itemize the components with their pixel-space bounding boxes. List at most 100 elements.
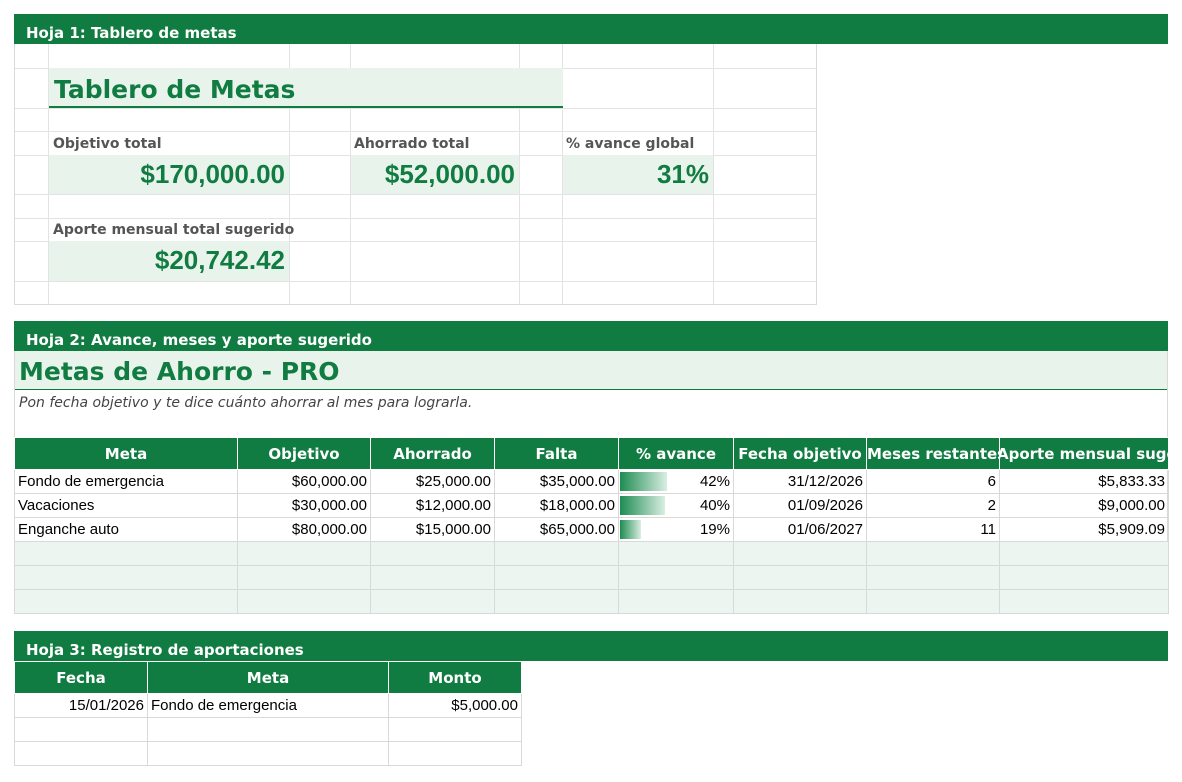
empty-cell[interactable] [999, 565, 1169, 590]
cell-ahorrado[interactable]: $12,000.00 [370, 493, 495, 518]
empty-cell[interactable] [999, 589, 1169, 614]
empty-row[interactable] [14, 741, 522, 766]
sheet2-band-label: Hoja 2: Avance, meses y aporte sugerido [26, 331, 372, 349]
kpi-label-objetivo-total: Objetivo total [53, 136, 162, 152]
empty-row[interactable] [14, 565, 1169, 590]
cell-monto[interactable]: $5,000.00 [388, 693, 522, 718]
empty-cell[interactable] [733, 541, 867, 566]
col-header-falta[interactable]: Falta [494, 437, 619, 470]
kpi-value-aporte-mensual[interactable]: $20,742.42 [49, 241, 289, 281]
kpi-value-avance-global[interactable]: 31% [563, 155, 713, 194]
empty-cell[interactable] [618, 565, 734, 590]
goals-title: Metas de Ahorro - PRO [15, 351, 1167, 390]
empty-cell[interactable] [999, 541, 1169, 566]
empty-cell[interactable] [866, 565, 1000, 590]
progress-bar [620, 496, 665, 515]
empty-cell[interactable] [14, 589, 238, 614]
empty-cell[interactable] [237, 541, 371, 566]
table-row[interactable]: Enganche auto $80,000.00 $15,000.00 $65,… [14, 517, 1169, 542]
table-row[interactable]: 15/01/2026 Fondo de emergencia $5,000.00 [14, 693, 522, 718]
empty-cell[interactable] [733, 565, 867, 590]
empty-cell[interactable] [147, 717, 389, 742]
empty-cell[interactable] [14, 565, 238, 590]
kpi-label-ahorrado-total: Ahorrado total [354, 136, 470, 152]
cell-aporte[interactable]: $5,909.09 [999, 517, 1169, 542]
col-header-monto[interactable]: Monto [388, 661, 522, 694]
empty-cell[interactable] [14, 717, 148, 742]
table-row[interactable]: Fondo de emergencia $60,000.00 $25,000.0… [14, 469, 1169, 494]
empty-cell[interactable] [618, 541, 734, 566]
empty-row[interactable] [14, 717, 522, 742]
cell-ahorrado[interactable]: $25,000.00 [370, 469, 495, 494]
empty-cell[interactable] [370, 589, 495, 614]
avance-value: 42% [699, 473, 730, 490]
cell-meses[interactable]: 6 [866, 469, 1000, 494]
empty-row[interactable] [14, 541, 1169, 566]
cell-fecha[interactable]: 01/06/2027 [733, 517, 867, 542]
col-header-meta[interactable]: Meta [14, 437, 238, 470]
empty-cell[interactable] [237, 565, 371, 590]
empty-cell[interactable] [370, 565, 495, 590]
sheet2-goals: Metas de Ahorro - PRO Pon fecha objetivo… [14, 351, 1169, 614]
empty-row[interactable] [14, 589, 1169, 614]
cell-avance[interactable]: 19% [618, 517, 734, 542]
empty-cell[interactable] [147, 741, 389, 766]
sheet1-band-label: Hoja 1: Tablero de metas [26, 24, 237, 42]
empty-cell[interactable] [866, 541, 1000, 566]
cell-aporte[interactable]: $9,000.00 [999, 493, 1169, 518]
kpi-value-objetivo-total[interactable]: $170,000.00 [49, 155, 289, 194]
kpi-value-ahorrado-total[interactable]: $52,000.00 [351, 155, 519, 194]
empty-cell[interactable] [618, 589, 734, 614]
empty-cell[interactable] [370, 541, 495, 566]
empty-cell[interactable] [494, 541, 619, 566]
cell-falta[interactable]: $65,000.00 [494, 517, 619, 542]
cell-meta[interactable]: Fondo de emergencia [147, 693, 389, 718]
sheet3-band-label: Hoja 3: Registro de aportaciones [26, 641, 304, 659]
empty-cell[interactable] [494, 589, 619, 614]
empty-cell[interactable] [14, 541, 238, 566]
cell-fecha[interactable]: 31/12/2026 [733, 469, 867, 494]
col-header-objetivo[interactable]: Objetivo [237, 437, 371, 470]
progress-bar [620, 520, 641, 539]
col-header-ahorrado[interactable]: Ahorrado [370, 437, 495, 470]
avance-value: 40% [699, 497, 730, 514]
sheet1-band: Hoja 1: Tablero de metas [14, 14, 1168, 44]
empty-cell[interactable] [388, 717, 522, 742]
cell-objetivo[interactable]: $30,000.00 [237, 493, 371, 518]
cell-avance[interactable]: 40% [618, 493, 734, 518]
cell-objetivo[interactable]: $60,000.00 [237, 469, 371, 494]
cell-fecha[interactable]: 15/01/2026 [14, 693, 148, 718]
kpi-label-aporte-mensual: Aporte mensual total sugerido [53, 222, 295, 238]
empty-cell[interactable] [494, 565, 619, 590]
cell-falta[interactable]: $18,000.00 [494, 493, 619, 518]
cell-meses[interactable]: 2 [866, 493, 1000, 518]
cell-fecha[interactable]: 01/09/2026 [733, 493, 867, 518]
cell-meses[interactable]: 11 [866, 517, 1000, 542]
cell-meta[interactable]: Enganche auto [14, 517, 238, 542]
cell-falta[interactable]: $35,000.00 [494, 469, 619, 494]
col-header-aporte-mensual[interactable]: Aporte mensual sugerido [999, 437, 1169, 470]
kpi-label-avance-global: % avance global [566, 136, 695, 152]
empty-cell[interactable] [14, 741, 148, 766]
contributions-table: Fecha Meta Monto 15/01/2026 Fondo de eme… [14, 661, 522, 766]
cell-avance[interactable]: 42% [618, 469, 734, 494]
cell-meta[interactable]: Fondo de emergencia [14, 469, 238, 494]
col-header-fecha[interactable]: Fecha [14, 661, 148, 694]
empty-cell[interactable] [388, 741, 522, 766]
col-header-meta[interactable]: Meta [147, 661, 389, 694]
progress-bar [620, 472, 667, 491]
table-row[interactable]: Vacaciones $30,000.00 $12,000.00 $18,000… [14, 493, 1169, 518]
col-header-fecha-objetivo[interactable]: Fecha objetivo [733, 437, 867, 470]
cell-aporte[interactable]: $5,833.33 [999, 469, 1169, 494]
empty-cell[interactable] [237, 589, 371, 614]
cell-meta[interactable]: Vacaciones [14, 493, 238, 518]
col-header-meses-restantes[interactable]: Meses restantes [866, 437, 1000, 470]
sheet1-dashboard: Tablero de Metas Objetivo total $170,000… [14, 44, 817, 305]
empty-cell[interactable] [733, 589, 867, 614]
cell-ahorrado[interactable]: $15,000.00 [370, 517, 495, 542]
dashboard-title: Tablero de Metas [49, 68, 563, 108]
empty-cell[interactable] [866, 589, 1000, 614]
sheet3-band: Hoja 3: Registro de aportaciones [14, 631, 1168, 661]
cell-objetivo[interactable]: $80,000.00 [237, 517, 371, 542]
col-header-avance[interactable]: % avance [618, 437, 734, 470]
